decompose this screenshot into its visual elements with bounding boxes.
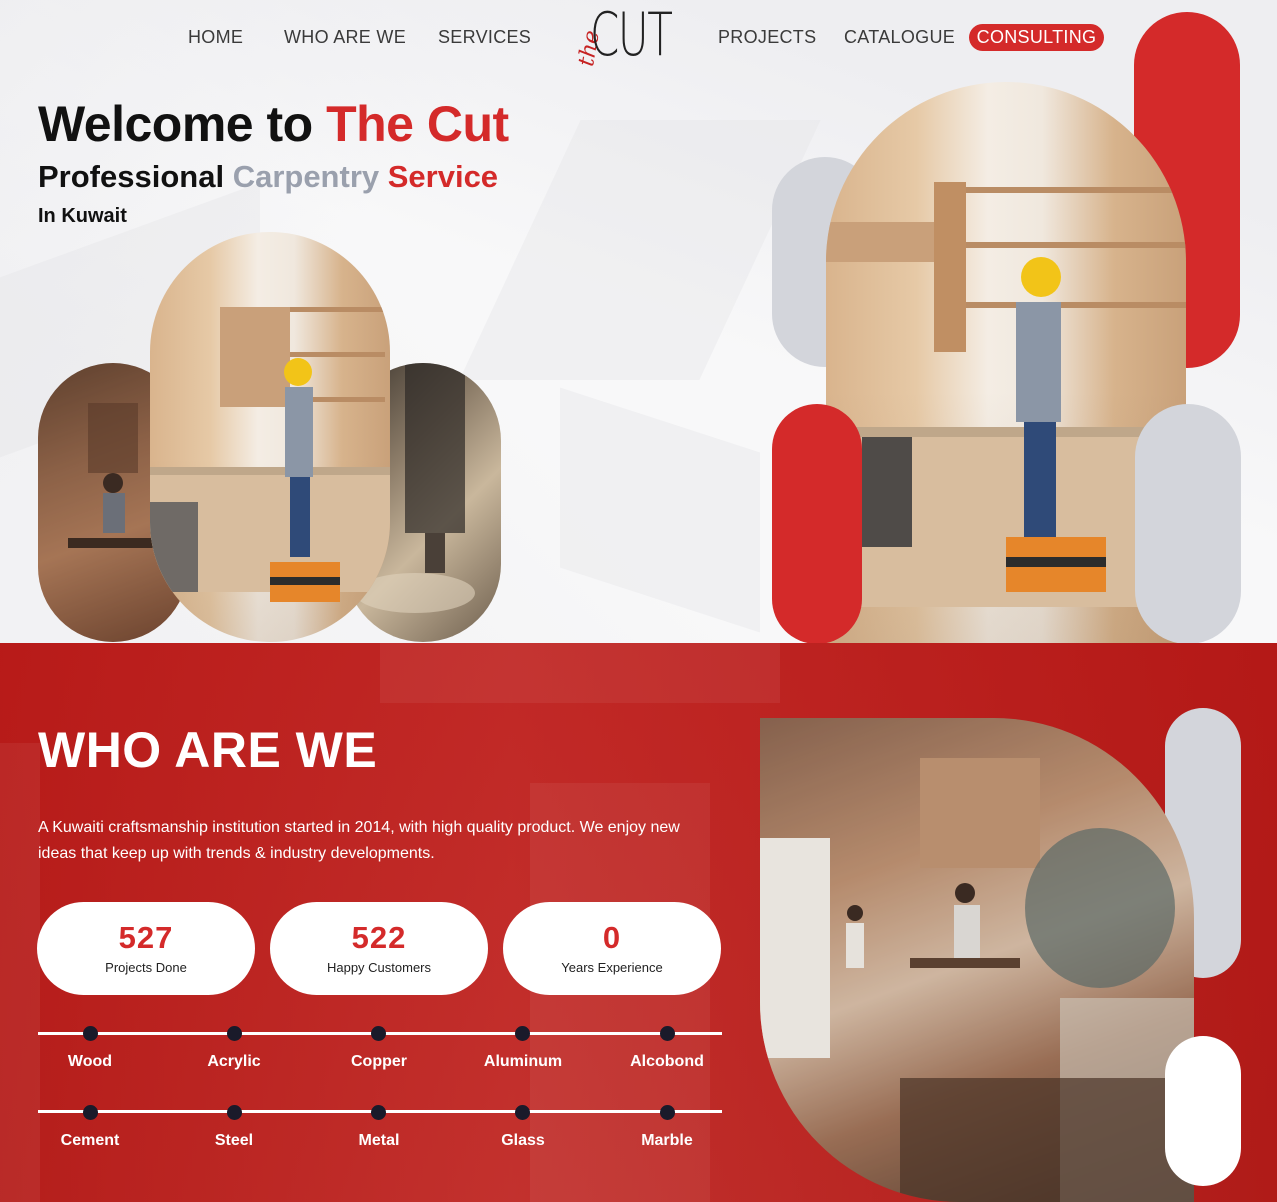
hero-section: HOME WHO ARE WE SERVICES the CUT PROJECT… bbox=[0, 0, 1277, 643]
stat-years-experience: 0 Years Experience bbox=[503, 902, 721, 995]
material-wood: Wood bbox=[67, 1053, 113, 1070]
nav-projects[interactable]: PROJECTS bbox=[718, 27, 816, 48]
timeline-dot bbox=[83, 1105, 98, 1120]
stat-value: 522 bbox=[351, 920, 407, 955]
material-alcobond: Alcobond bbox=[630, 1053, 704, 1070]
timeline-dot bbox=[371, 1026, 386, 1041]
nav-home[interactable]: HOME bbox=[188, 27, 243, 48]
about-title: WHO ARE WE bbox=[38, 722, 378, 778]
stat-happy-customers: 522 Happy Customers bbox=[270, 902, 488, 995]
decor-pill-red-bottom bbox=[772, 404, 862, 643]
nav-catalogue[interactable]: CATALOGUE bbox=[844, 27, 955, 48]
background-facet bbox=[560, 387, 760, 633]
decor-pill-white bbox=[1165, 1036, 1241, 1186]
logo-main-text: CUT bbox=[590, 0, 673, 70]
hero-sub-service: Service bbox=[387, 159, 499, 194]
material-metal: Metal bbox=[358, 1132, 400, 1149]
workshop-photo-large bbox=[760, 718, 1194, 1202]
hero-location: In Kuwait bbox=[38, 205, 127, 227]
background-beam bbox=[0, 743, 40, 1202]
stat-projects-done: 527 Projects Done bbox=[37, 902, 255, 995]
background-facet bbox=[459, 120, 821, 380]
timeline-dot bbox=[227, 1026, 242, 1041]
main-nav: HOME WHO ARE WE SERVICES the CUT PROJECT… bbox=[0, 0, 1277, 75]
hero-title: Welcome to The Cut bbox=[38, 95, 509, 153]
kitchen-photo-small bbox=[150, 232, 390, 642]
stat-label: Years Experience bbox=[561, 960, 663, 975]
stat-label: Happy Customers bbox=[326, 960, 432, 975]
decor-pill-grey-right bbox=[1135, 404, 1241, 643]
kitchen-illustration-small bbox=[150, 307, 390, 602]
consulting-button[interactable]: CONSULTING bbox=[969, 24, 1104, 51]
timeline-dot bbox=[660, 1026, 675, 1041]
timeline-dot bbox=[660, 1105, 675, 1120]
timeline-dot bbox=[83, 1026, 98, 1041]
material-copper: Copper bbox=[351, 1053, 407, 1070]
stat-label: Projects Done bbox=[105, 960, 187, 975]
material-acrylic: Acrylic bbox=[207, 1053, 261, 1070]
stat-value: 527 bbox=[118, 920, 174, 955]
nav-who-are-we[interactable]: WHO ARE WE bbox=[284, 27, 406, 48]
timeline-dot bbox=[227, 1105, 242, 1120]
kitchen-photo-large bbox=[826, 82, 1186, 643]
timeline-dot bbox=[515, 1026, 530, 1041]
hero-sub-carpentry: Carpentry bbox=[232, 159, 388, 194]
material-glass: Glass bbox=[501, 1132, 545, 1149]
the-cut-logo[interactable]: the CUT bbox=[570, 0, 673, 70]
nav-services[interactable]: SERVICES bbox=[438, 27, 531, 48]
material-steel: Steel bbox=[214, 1132, 254, 1149]
about-description: A Kuwaiti craftsmanship institution star… bbox=[38, 819, 680, 862]
hero-sub-professional: Professional bbox=[38, 159, 233, 194]
timeline-dot bbox=[371, 1105, 386, 1120]
timeline-dot bbox=[515, 1105, 530, 1120]
hero-title-prefix: Welcome to bbox=[38, 96, 327, 152]
who-are-we-section: WHO ARE WE A Kuwaiti craftsmanship insti… bbox=[0, 643, 1277, 1202]
workshop-scene bbox=[760, 718, 1194, 1202]
kitchen-illustration-large bbox=[826, 182, 1186, 607]
material-marble: Marble bbox=[641, 1132, 693, 1149]
hero-subtitle: Professional Carpentry Service bbox=[38, 159, 498, 195]
stat-value: 0 bbox=[602, 920, 622, 955]
material-aluminum: Aluminum bbox=[483, 1053, 563, 1070]
hero-title-accent: The Cut bbox=[326, 96, 509, 152]
background-beam bbox=[380, 643, 780, 703]
material-cement: Cement bbox=[60, 1132, 120, 1149]
